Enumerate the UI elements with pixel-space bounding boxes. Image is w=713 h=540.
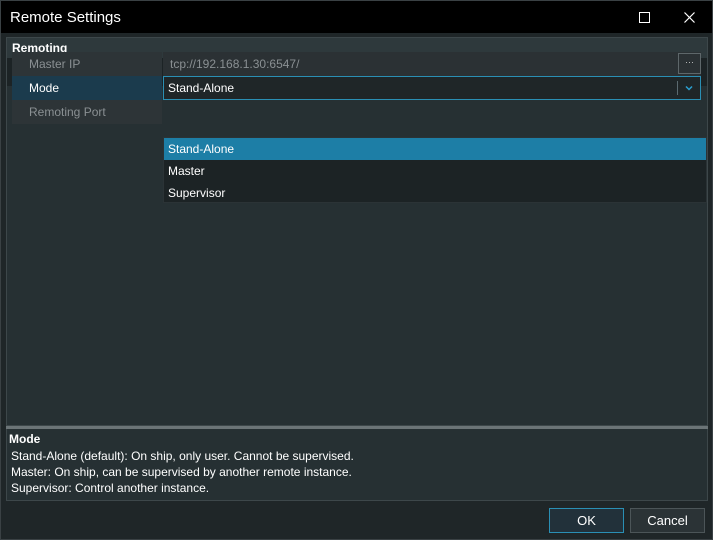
master-ip-value-cell: tcp://192.168.1.30:6547/ ··· [163, 52, 701, 76]
maximize-button[interactable] [622, 1, 666, 33]
description-panel: Mode Stand-Alone (default): On ship, onl… [6, 429, 708, 501]
mode-combobox-value: Stand-Alone [168, 81, 235, 95]
mode-combobox[interactable]: Stand-Alone [163, 76, 701, 100]
close-button[interactable] [667, 1, 711, 33]
description-title: Mode [9, 432, 41, 446]
property-row-mode: Mode Stand-Alone [12, 76, 701, 100]
property-row-master-ip: Master IP tcp://192.168.1.30:6547/ ··· [12, 52, 701, 76]
mode-label: Mode [12, 76, 162, 100]
description-line: Supervisor: Control another instance. [11, 481, 210, 495]
remoting-port-label: Remoting Port [12, 100, 162, 124]
dropdown-option-master[interactable]: Master [164, 160, 706, 182]
cancel-button[interactable]: Cancel [630, 508, 705, 533]
dropdown-option-stand-alone[interactable]: Stand-Alone [164, 138, 706, 160]
master-ip-browse-button[interactable]: ··· [678, 53, 701, 74]
maximize-icon [638, 11, 650, 23]
dropdown-option-supervisor[interactable]: Supervisor [164, 182, 706, 204]
title-bar[interactable]: Remote Settings [1, 1, 712, 33]
window-title: Remote Settings [10, 9, 121, 26]
master-ip-label: Master IP [12, 52, 162, 76]
remote-settings-window: Remote Settings Remoting Master IP tcp:/… [0, 0, 713, 540]
description-line: Stand-Alone (default): On ship, only use… [11, 449, 354, 463]
close-icon [683, 11, 695, 23]
chevron-down-icon[interactable] [684, 83, 694, 93]
mode-dropdown-list: Stand-Alone Master Supervisor [163, 137, 707, 203]
description-line: Master: On ship, can be supervised by an… [11, 465, 352, 479]
master-ip-value: tcp://192.168.1.30:6547/ [170, 57, 300, 71]
property-row-remoting-port: Remoting Port [12, 100, 701, 124]
ok-button[interactable]: OK [549, 508, 624, 533]
combobox-separator [677, 81, 678, 95]
